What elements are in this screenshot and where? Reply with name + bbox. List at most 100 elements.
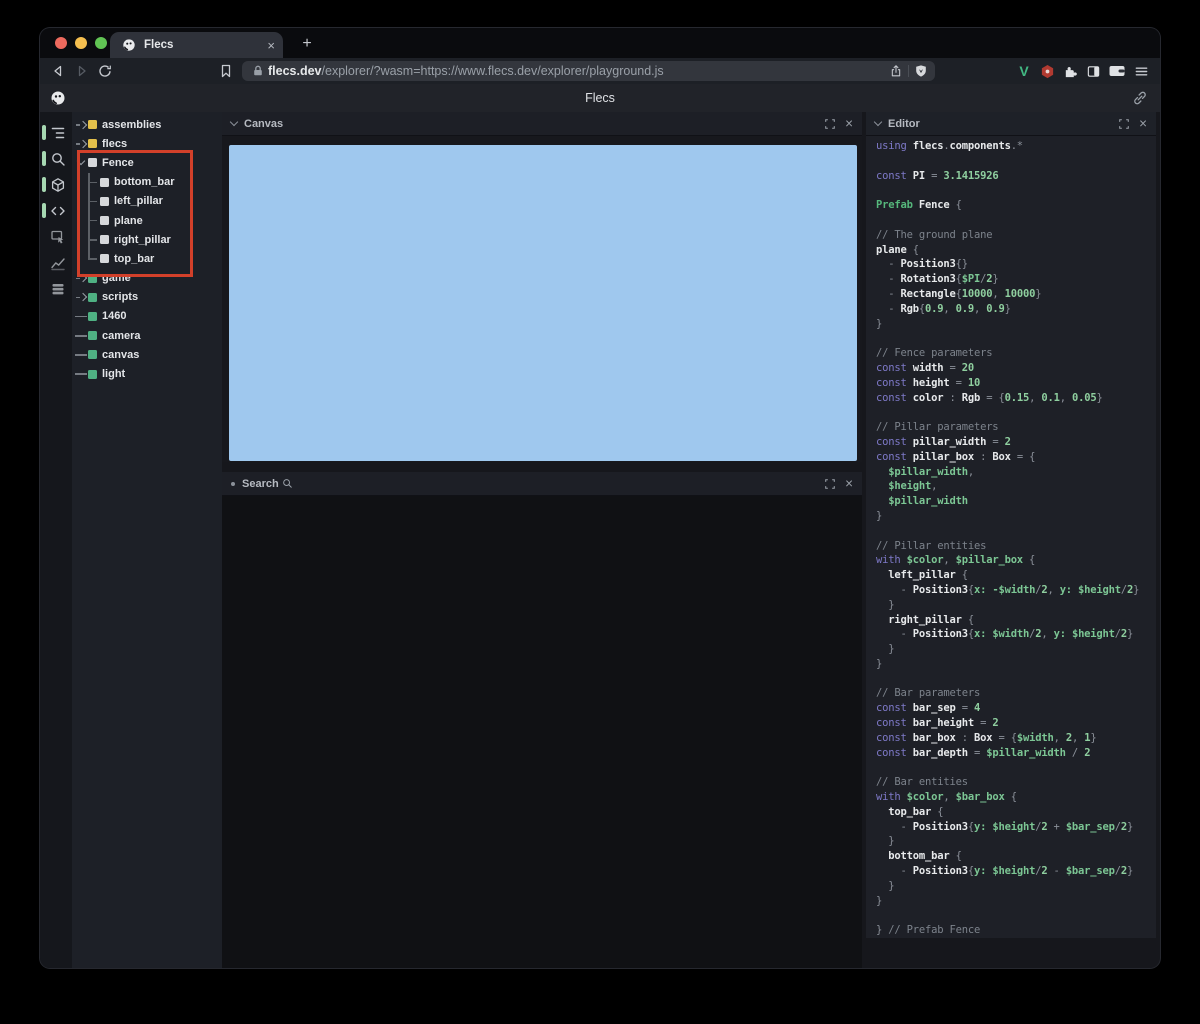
tab-close-icon[interactable]: × [267,39,275,52]
close-panel-icon[interactable]: × [845,117,853,131]
bookmark-icon[interactable] [218,63,234,79]
tree-item-canvas[interactable]: canvas [72,345,222,364]
divider [908,65,909,77]
tree-item-plane[interactable]: plane [72,210,222,231]
flecs-logo-icon [122,38,136,52]
reload-button[interactable] [97,63,113,79]
3d-canvas-viewport[interactable] [229,145,857,461]
wallet-icon[interactable] [1107,62,1127,80]
entity-tree-icon[interactable] [40,120,72,146]
sidebar-toggle-icon[interactable] [1084,62,1102,80]
tree-item-game[interactable]: game [72,269,222,288]
menu-icon[interactable] [1132,62,1150,80]
chevron-down-icon[interactable] [76,157,86,166]
close-panel-icon[interactable]: × [845,477,853,491]
code-line: // Bar entities [876,776,968,789]
tree-item-label: top_bar [114,252,155,265]
tree-item-right_pillar[interactable]: right_pillar [72,230,222,250]
tree-item-bottom_bar[interactable]: bottom_bar [72,172,222,192]
code-line: const bar_sep = 4 [876,702,981,715]
extensions-puzzle-icon[interactable] [1061,62,1079,80]
code-line: - Position3{} [876,258,968,271]
code-line: const width = 20 [876,361,974,374]
code-line: - Position3{y: $height/2 + $bar_sep/2} [876,820,1134,833]
tree-item-scripts[interactable]: scripts [72,288,222,307]
url-path: /explorer/?wasm=https://www.flecs.dev/ex… [321,64,664,78]
search-panel-body[interactable] [222,496,862,968]
tree-item-label: 1460 [102,310,127,323]
code-line: } [876,509,883,522]
inspector-icon[interactable] [40,224,72,250]
page-title: Flecs [585,91,615,105]
zoom-window-button[interactable] [95,37,107,49]
search-icon[interactable] [40,146,72,172]
code-icon[interactable] [40,198,72,224]
search-panel-header: Search × [222,472,862,496]
entity-color-square [100,216,109,226]
vue-devtools-icon[interactable]: V [1015,62,1033,80]
tree-item-left_pillar[interactable]: left_pillar [72,191,222,211]
archetype-list-icon[interactable] [40,276,72,302]
window-controls[interactable] [55,37,107,49]
brave-shield-icon[interactable] [914,64,928,78]
code-line: const color : Rgb = {0.15, 0.1, 0.05} [876,391,1103,404]
entity-color-square [88,273,97,283]
chevron-right-icon[interactable] [78,292,88,302]
tree-item-camera[interactable]: camera [72,326,222,345]
tree-item-light[interactable]: light [72,364,222,383]
red-hexagon-extension-icon[interactable] [1038,62,1056,80]
minimize-window-button[interactable] [75,37,87,49]
tree-item-label: game [102,272,131,285]
forward-button[interactable] [74,63,90,79]
tree-item-label: Fence [102,156,134,169]
tree-item-top_bar[interactable]: top_bar [72,249,222,268]
code-line: top_bar { [876,805,944,818]
canvas-panel-header: Canvas × [222,112,862,136]
url-bar[interactable]: flecs.dev/explorer/?wasm=https://www.fle… [242,61,935,81]
chevron-down-icon[interactable] [229,117,239,127]
code-line: const height = 10 [876,376,981,389]
stats-chart-icon[interactable] [40,250,72,276]
chevron-right-icon[interactable] [78,139,88,148]
search-icon [281,477,295,491]
expand-panel-icon[interactable] [1117,117,1131,131]
close-window-button[interactable] [55,37,67,49]
tree-item-label: plane [114,214,143,227]
chevron-right-icon[interactable] [78,120,88,129]
chevron-right-icon[interactable] [78,273,88,283]
code-line: right_pillar { [876,613,974,626]
browser-tab[interactable]: Flecs × [110,32,283,58]
code-line: plane { [876,243,919,256]
canvas-panel-title: Canvas [244,117,284,130]
code-editor[interactable]: using flecs.components.* const PI = 3.14… [866,136,1156,938]
code-line: const bar_height = 2 [876,717,999,730]
share-icon[interactable] [889,64,903,78]
expand-panel-icon[interactable] [823,117,837,131]
tree-item-Fence[interactable]: Fence [72,153,222,172]
expand-panel-icon[interactable] [823,477,837,491]
tree-item-label: assemblies [102,118,162,131]
close-panel-icon[interactable]: × [1139,117,1147,131]
url-domain: flecs.dev [268,64,322,78]
share-link-icon[interactable] [1132,90,1148,106]
tab-title: Flecs [144,39,174,51]
code-line: const pillar_width = 2 [876,435,1011,448]
code-line: } [876,598,895,611]
tree-item-assemblies[interactable]: assemblies [72,115,222,134]
tree-connector [88,181,97,184]
chevron-down-icon[interactable] [873,117,883,127]
code-line: } // Prefab Fence [876,924,981,937]
new-tab-button[interactable]: + [295,32,319,56]
entity-color-square [88,311,97,321]
back-button[interactable] [50,63,66,79]
middle-column: Canvas × Search × [222,112,862,968]
tree-item-flecs[interactable]: flecs [72,134,222,153]
code-line: left_pillar { [876,569,968,582]
code-line: } [876,643,895,656]
entity-color-square [88,369,97,379]
scene-cube-icon[interactable] [40,172,72,198]
tree-item-1460[interactable]: 1460 [72,307,222,326]
